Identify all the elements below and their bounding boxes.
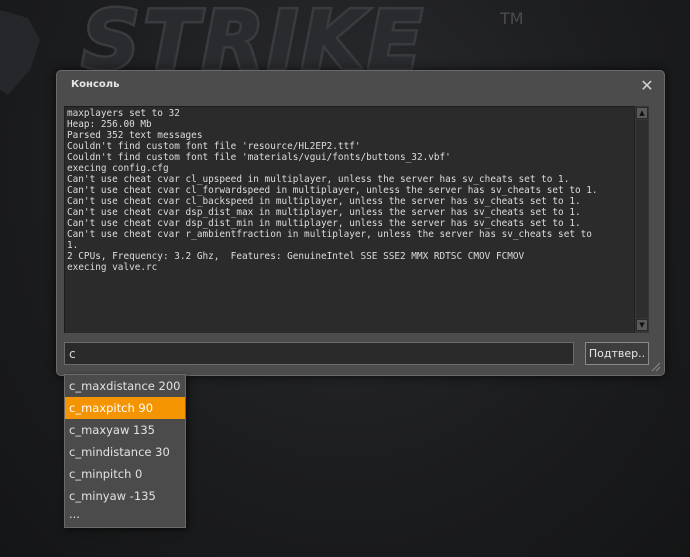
log-line: execing valve.rc [67, 262, 158, 273]
submit-button[interactable]: Подтвер.. [585, 342, 649, 365]
console-title: Консоль [71, 79, 120, 90]
suggestion-item[interactable]: c_minyaw -135 [65, 485, 185, 507]
suggestion-item[interactable]: c_maxpitch 90 [65, 397, 185, 419]
log-line: Heap: 256.00 Mb [67, 119, 152, 130]
log-line: maxplayers set to 32 [67, 108, 180, 119]
suggestion-item[interactable]: c_maxyaw 135 [65, 419, 185, 441]
log-line: execing config.cfg [67, 163, 169, 174]
log-line: Couldn't find custom font file 'resource… [67, 141, 361, 152]
log-line: Can't use cheat cvar dsp_dist_max in mul… [67, 207, 581, 218]
scroll-up-arrow-icon[interactable]: ▲ [636, 107, 648, 119]
log-scrollbar[interactable]: ▲ ▼ [634, 106, 649, 333]
scrollbar-track[interactable] [636, 120, 648, 318]
autocomplete-dropdown: c_maxdistance 200 c_maxpitch 90 c_maxyaw 1… [64, 374, 186, 528]
resize-grip-icon[interactable] [649, 360, 661, 372]
console-window: Консоль ✕ maxplayers set to 32 Heap: 256.… [56, 70, 665, 376]
log-line: Can't use cheat cvar dsp_dist_min in mul… [67, 218, 581, 229]
log-line: Can't use cheat cvar r_ambientfraction i… [67, 229, 592, 240]
log-line: Couldn't find custom font file 'material… [67, 152, 451, 163]
suggestion-more[interactable]: ... [65, 507, 185, 527]
log-line: Parsed 352 text messages [67, 130, 203, 141]
log-line: 2 CPUs, Frequency: 3.2 Ghz, Features: Ge… [67, 251, 525, 262]
suggestion-item[interactable]: c_minpitch 0 [65, 463, 185, 485]
suggestion-item[interactable]: c_maxdistance 200 [65, 375, 185, 397]
log-line: Can't use cheat cvar cl_upspeed in multi… [67, 174, 570, 185]
log-line: 1. [67, 240, 79, 251]
silhouette-icon [0, 10, 40, 95]
command-input[interactable] [64, 342, 574, 365]
trademark-mark: TM [499, 9, 524, 28]
scroll-down-arrow-icon[interactable]: ▼ [636, 319, 648, 331]
suggestion-item[interactable]: c_mindistance 30 [65, 441, 185, 463]
close-icon[interactable]: ✕ [639, 78, 655, 94]
console-log-area: maxplayers set to 32 Heap: 256.00 Mb Parse… [64, 106, 634, 333]
log-line: Can't use cheat cvar cl_forwardspeed in … [67, 185, 598, 196]
log-line: Can't use cheat cvar cl_backspeed in mul… [67, 196, 581, 207]
console-log: maxplayers set to 32 Heap: 256.00 Mb Parse… [65, 107, 634, 273]
